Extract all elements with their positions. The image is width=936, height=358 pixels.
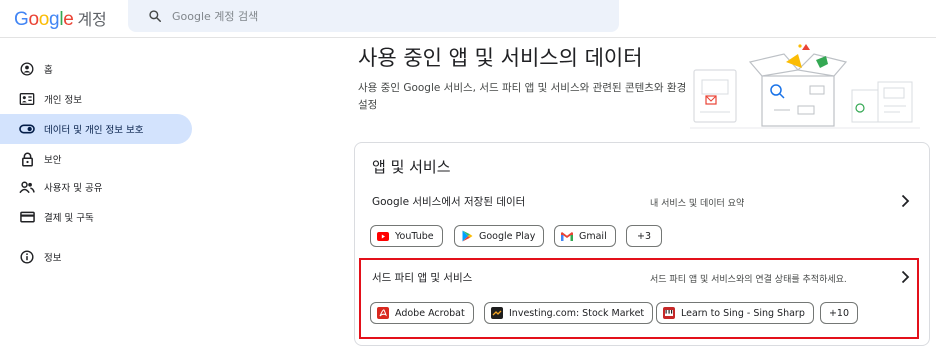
card-title: 앱 및 서비스 [372,158,451,176]
credit-card-icon [19,209,35,225]
chip-label: +3 [637,230,652,242]
sidebar-item-people-sharing[interactable]: 사용자 및 공유 [0,172,192,202]
sidebar-item-label: 사용자 및 공유 [44,183,103,194]
data-boxes-illustration [690,44,920,129]
sidebar-item-payments[interactable]: 결제 및 구독 [0,202,192,232]
sidebar-item-security[interactable]: 보안 [0,144,192,174]
sidebar-item-home[interactable]: 홈 [0,54,192,84]
top-bar: Google 계정 [0,0,936,38]
search-box[interactable] [128,0,619,32]
highlight-box [359,258,919,339]
search-input[interactable] [172,6,592,26]
home-icon [19,61,35,77]
gmail-icon [561,230,573,242]
info-icon [19,249,35,265]
google-wordmark: Google [14,9,74,30]
sidebar-item-about[interactable]: 정보 [0,242,192,272]
sidebar-item-personal-info[interactable]: 개인 정보 [0,84,192,114]
chevron-right-icon[interactable] [900,194,910,208]
sidebar-item-label: 보안 [44,155,62,166]
sidebar-item-label: 홈 [44,65,53,76]
chip-label: YouTube [395,230,434,242]
sidebar-item-data-privacy[interactable]: 데이터 및 개인 정보 보호 [0,114,192,144]
youtube-icon [377,230,389,242]
row-title: Google 서비스에서 저장된 데이터 [372,196,526,208]
page-title: 사용 중인 앱 및 서비스의 데이터 [358,46,643,70]
chip-google-play[interactable]: Google Play [454,225,545,247]
sidebar-item-label: 결제 및 구독 [44,213,94,224]
chip-more-services[interactable]: +3 [626,225,662,247]
toggle-icon [19,121,35,137]
logo-suffix: 계정 [77,10,107,29]
chip-gmail[interactable]: Gmail [554,225,616,247]
chip-label: Google Play [479,230,536,242]
chip-youtube[interactable]: YouTube [370,225,443,247]
sidebar-item-label: 개인 정보 [44,95,82,106]
sidebar-item-label: 데이터 및 개인 정보 보호 [44,125,144,136]
google-play-icon [461,230,473,242]
search-icon[interactable] [148,9,162,23]
sidebar-item-label: 정보 [44,253,62,264]
id-card-icon [19,91,35,107]
row-subtitle: 내 서비스 및 데이터 요약 [650,199,745,209]
page-description: 사용 중인 Google 서비스, 서드 파티 앱 및 서비스와 관련된 콘텐츠… [358,82,687,111]
google-account-logo[interactable]: Google 계정 [14,6,107,31]
people-icon [19,179,35,195]
lock-icon [19,151,35,167]
chip-label: Gmail [579,230,607,242]
